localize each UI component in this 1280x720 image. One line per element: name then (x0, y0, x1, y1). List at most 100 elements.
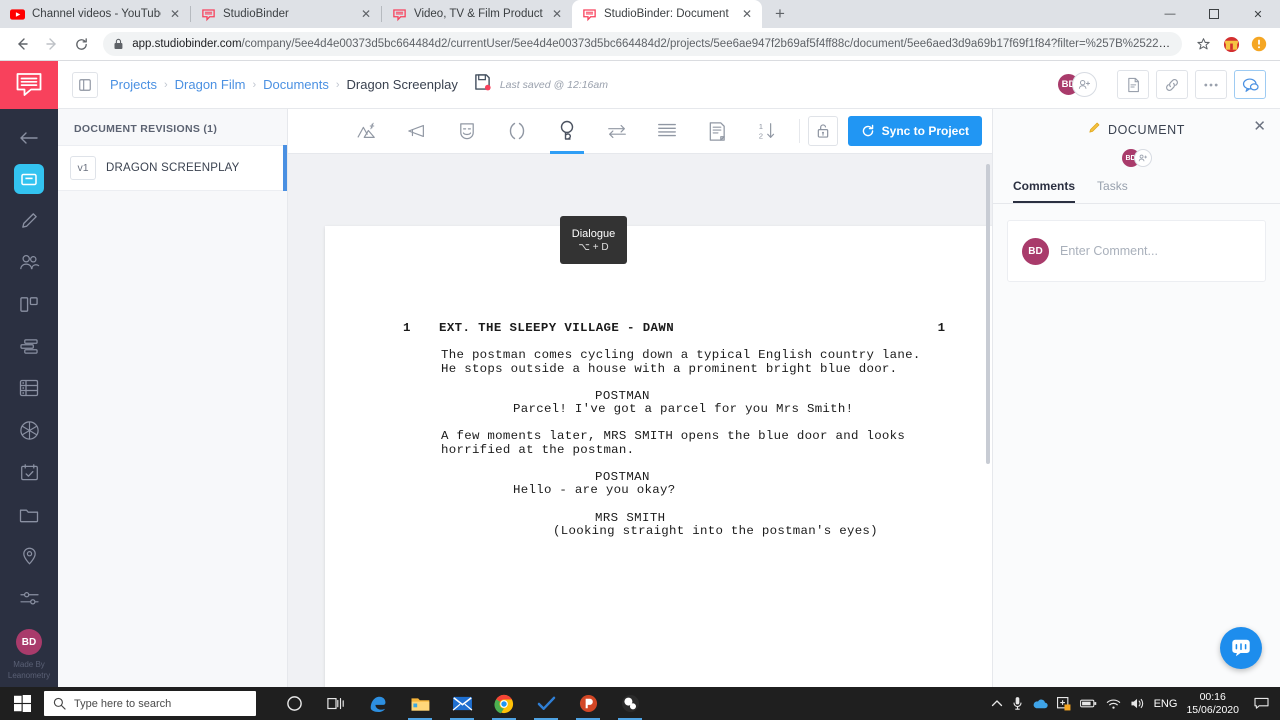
minimize-button[interactable]: — (1148, 0, 1192, 28)
action-block-1[interactable]: The postman comes cycling down a typical… (441, 349, 921, 376)
rail-item-folder[interactable] (0, 493, 58, 535)
document-scrollbar[interactable] (986, 164, 990, 464)
reload-button[interactable] (68, 30, 96, 58)
chrome-icon[interactable] (484, 687, 524, 720)
dialogue-tool[interactable] (543, 109, 591, 154)
intercom-chat-button[interactable] (1220, 627, 1262, 669)
document-canvas[interactable]: 1 EXT. THE SLEEPY VILLAGE - DAWN 1 The p… (288, 154, 992, 687)
tab-comments[interactable]: Comments (1013, 179, 1076, 203)
action-tool[interactable] (393, 109, 441, 154)
shot-tool[interactable] (693, 109, 741, 154)
general-tool[interactable] (643, 109, 691, 154)
revision-item-v1[interactable]: v1 DRAGON SCREENPLAY (58, 145, 287, 191)
close-window-button[interactable]: ✕ (1236, 0, 1280, 28)
address-bar[interactable]: app.studiobinder.com/company/5ee4d4e0037… (103, 32, 1182, 56)
rail-item-location-pin[interactable] (0, 535, 58, 577)
notification-icon[interactable] (1248, 697, 1274, 710)
add-people-icon[interactable] (1072, 72, 1097, 97)
comment-input-box[interactable]: BD Enter Comment... (1007, 220, 1266, 282)
start-button[interactable] (0, 687, 44, 720)
rail-item-project-box[interactable] (0, 159, 58, 199)
more-options-button[interactable] (1195, 70, 1227, 99)
bookmark-star-icon[interactable] (1190, 31, 1216, 57)
extension-gift-icon[interactable] (1218, 31, 1244, 57)
breadcrumb-dragon-film[interactable]: Dragon Film (175, 77, 246, 92)
back-button[interactable] (8, 30, 36, 58)
rail-item-shotlist[interactable] (0, 367, 58, 409)
tab-tasks[interactable]: Tasks (1097, 179, 1128, 203)
task-view-icon[interactable] (316, 687, 356, 720)
obs-icon[interactable] (610, 687, 650, 720)
comment-input-placeholder[interactable]: Enter Comment... (1060, 244, 1158, 258)
comments-toggle-button[interactable] (1234, 70, 1266, 99)
maximize-button[interactable] (1192, 0, 1236, 28)
studiobinder-logo[interactable] (0, 61, 58, 109)
cortana-icon[interactable] (274, 687, 314, 720)
forward-button[interactable] (38, 30, 66, 58)
dialogue-block-1[interactable]: Parcel! I've got a parcel for you Mrs Sm… (513, 402, 863, 416)
parenthetical-tool[interactable] (493, 109, 541, 154)
microphone-icon[interactable] (1012, 696, 1023, 711)
taskbar-clock[interactable]: 00:16 15/06/2020 (1186, 691, 1239, 717)
rail-item-calendar[interactable] (0, 451, 58, 493)
update-icon[interactable] (1056, 696, 1071, 711)
rail-item-schedule[interactable] (0, 325, 58, 367)
screenplay-content[interactable]: 1 EXT. THE SLEEPY VILLAGE - DAWN 1 The p… (325, 226, 992, 538)
lock-button[interactable] (807, 116, 838, 146)
screenplay-page[interactable]: 1 EXT. THE SLEEPY VILLAGE - DAWN 1 The p… (325, 226, 992, 687)
mail-icon[interactable] (442, 687, 482, 720)
edge-icon[interactable] (358, 687, 398, 720)
character-tool[interactable] (443, 109, 491, 154)
transition-tool[interactable] (593, 109, 641, 154)
panel-toggle-icon[interactable] (72, 71, 98, 98)
browser-tab-1[interactable]: Channel videos - YouTube Studio ✕ (0, 0, 190, 28)
rail-item-storyboard[interactable] (0, 283, 58, 325)
save-disk-icon[interactable] (474, 73, 491, 96)
revision-version-badge: v1 (70, 156, 96, 180)
add-people-icon[interactable] (1133, 149, 1152, 167)
show-hidden-icons[interactable] (991, 699, 1003, 708)
wifi-icon[interactable] (1106, 698, 1121, 710)
document-panel-title: DOCUMENT (1107, 123, 1186, 137)
todo-icon[interactable] (526, 687, 566, 720)
powerpoint-icon[interactable] (568, 687, 608, 720)
profile-warning-icon[interactable] (1246, 31, 1272, 57)
taskbar-search-box[interactable]: Type here to search (44, 691, 256, 716)
rail-user-avatar[interactable]: BD (16, 629, 42, 655)
character-block-2[interactable]: POSTMAN (595, 470, 992, 484)
numbering-tool[interactable]: 12 (743, 109, 791, 154)
file-explorer-icon[interactable] (400, 687, 440, 720)
breadcrumb-projects[interactable]: Projects (110, 77, 157, 92)
volume-icon[interactable] (1130, 697, 1145, 710)
character-block-1[interactable]: POSTMAN (595, 389, 992, 403)
svg-text:1: 1 (758, 122, 762, 131)
rail-item-pencil[interactable] (0, 199, 58, 241)
input-language[interactable]: ENG (1154, 698, 1178, 710)
dialogue-block-2[interactable]: Hello - are you okay? (513, 484, 863, 498)
parenthetical-block-1[interactable]: (Looking straight into the postman's eye… (553, 524, 992, 538)
browser-tab-1-close-icon[interactable]: ✕ (168, 7, 182, 21)
onedrive-icon[interactable] (1032, 698, 1048, 710)
action-block-2[interactable]: A few moments later, MRS SMITH opens the… (441, 430, 921, 457)
export-pdf-button[interactable] (1117, 70, 1149, 99)
editor-toolbar: 12 Sync to Project (288, 109, 992, 154)
new-tab-button[interactable]: + (766, 0, 794, 28)
browser-tab-3[interactable]: Video, TV & Film Production Ma ✕ (382, 0, 572, 28)
share-link-button[interactable] (1156, 70, 1188, 99)
close-icon[interactable]: ✕ (1253, 119, 1266, 134)
browser-tab-2[interactable]: StudioBinder ✕ (191, 0, 381, 28)
rail-item-sliders[interactable] (0, 577, 58, 619)
breadcrumb-documents[interactable]: Documents (263, 77, 329, 92)
rail-item-back-arrow[interactable] (0, 117, 58, 159)
browser-tab-3-close-icon[interactable]: ✕ (550, 7, 564, 21)
rail-item-camera-shutter[interactable] (0, 409, 58, 451)
scene-heading-row[interactable]: 1 EXT. THE SLEEPY VILLAGE - DAWN 1 (325, 321, 992, 335)
rail-item-contacts[interactable] (0, 241, 58, 283)
sync-to-project-button[interactable]: Sync to Project (847, 116, 982, 146)
character-block-3[interactable]: MRS SMITH (595, 511, 992, 525)
browser-tab-2-close-icon[interactable]: ✕ (359, 7, 373, 21)
battery-icon[interactable] (1079, 698, 1097, 709)
browser-tab-4-close-icon[interactable]: ✕ (740, 7, 754, 21)
scene-heading-tool[interactable] (343, 109, 391, 154)
browser-tab-4-active[interactable]: StudioBinder: Document ✕ (572, 0, 762, 28)
